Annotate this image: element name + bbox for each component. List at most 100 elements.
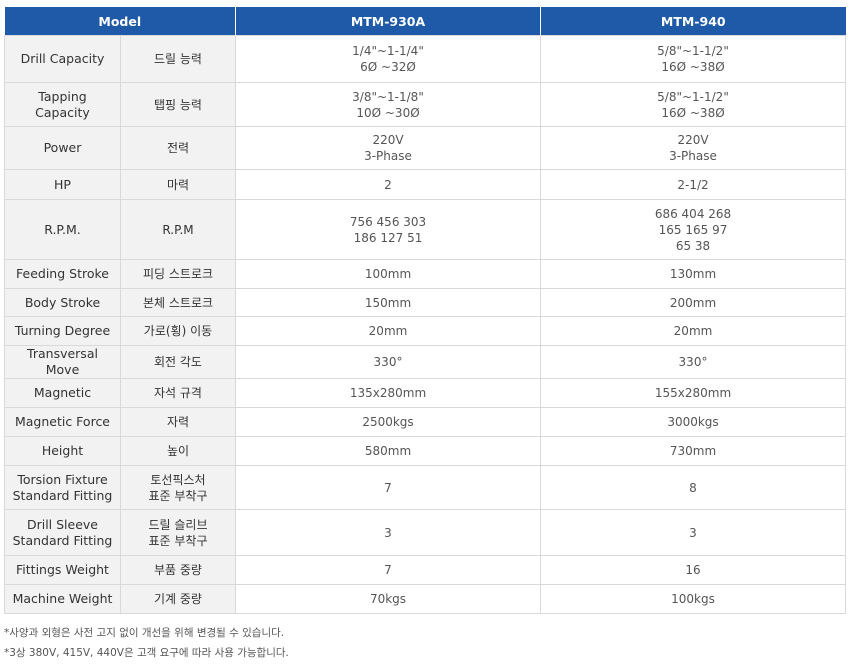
cell-line: 3 (689, 525, 697, 540)
row-value-2: 220V 3-Phase (540, 126, 846, 170)
row-value-2: 2-1/2 (540, 169, 846, 200)
footnote: *3상 380V, 415V, 440V은 고객 요구에 따라 사용 가능합니다… (4, 647, 289, 659)
table-row: HP 마력 2 2-1/2 (4, 169, 846, 200)
spec-table-body: Drill Capacity 드릴 능력 1/4"~1-1/4" 6Ø ~32Ø 5/8… (4, 35, 846, 614)
cell-line: 16 (685, 563, 701, 577)
table-row: Torsion Fixture Standard Fitting 토선픽스처 표준 부… (4, 465, 846, 510)
cell-line: 7 (384, 563, 392, 577)
row-value-2: 130mm (540, 259, 846, 289)
cell-line: Feeding Stroke (16, 266, 109, 281)
cell-line: 150mm (364, 295, 412, 310)
cell-line: 본체 스트로크 (142, 295, 214, 310)
cell-line: Fittings Weight (16, 562, 109, 577)
spec-page: Model MTM-930A MTM-940 Drill Capacity 드릴 … (0, 0, 855, 671)
row-value-1: 135x280mm (235, 378, 541, 408)
cell-line: 3/8"~1-1/8" (352, 89, 424, 104)
cell-line: 686 404 268 (654, 206, 732, 221)
row-label-en: Feeding Stroke (4, 259, 121, 289)
cell-line: 2-1/2 (677, 177, 709, 192)
cell-line: 드릴 슬리브 (148, 517, 208, 532)
cell-line: 표준 부착구 (148, 488, 208, 503)
row-value-2: 5/8"~1-1/2" 16Ø ~38Ø (540, 35, 846, 83)
cell-line: 580mm (364, 444, 412, 458)
footnote: *사양과 외형은 사전 고지 없이 개선을 위해 변경될 수 있습니다. (4, 627, 285, 639)
cell-line: 165 165 97 (658, 222, 728, 237)
cell-line: 자석 규격 (154, 386, 202, 400)
row-value-1: 756 456 303 186 127 51 (235, 199, 541, 260)
cell-line: 가로(횡) 이동 (143, 324, 213, 338)
row-label-ko: 부품 중량 (120, 555, 236, 585)
cell-line: Torsion Fixture (17, 471, 108, 487)
row-value-2: 155x280mm (540, 378, 846, 408)
table-row: Tapping Capacity 탭핑 능력 3/8"~1-1/8" 10Ø ~30Ø 5… (4, 82, 846, 127)
cell-line: 220V (677, 133, 709, 147)
row-label-ko: 회전 각도 (120, 345, 236, 379)
cell-line: 자력 (166, 415, 190, 429)
table-row: Drill Capacity 드릴 능력 1/4"~1-1/4" 6Ø ~32Ø 5/8… (4, 35, 846, 83)
cell-line: 20mm (673, 324, 713, 338)
row-value-1: 220V 3-Phase (235, 126, 541, 170)
cell-line: Standard Fitting (12, 487, 113, 503)
cell-line: 회전 각도 (154, 355, 202, 369)
row-label-ko: 피딩 스트로크 (120, 259, 236, 289)
cell-line: 16Ø ~38Ø (661, 105, 725, 120)
cell-line: 330° (373, 355, 403, 369)
row-value-1: 580mm (235, 436, 541, 466)
row-value-1: 3 (235, 509, 541, 556)
cell-line: 표준 부착구 (148, 533, 208, 548)
row-value-1: 150mm (235, 288, 541, 317)
cell-line: 100mm (364, 267, 412, 281)
cell-line: 1/4"~1-1/4" (352, 44, 424, 58)
footnotes: *사양과 외형은 사전 고지 없이 개선을 위해 변경될 수 있습니다. *3상… (4, 623, 289, 663)
cell-line: Height (41, 443, 84, 458)
cell-line: 65 38 (675, 238, 711, 253)
row-label-en: Machine Weight (4, 584, 121, 614)
row-value-2: 5/8"~1-1/2" 16Ø ~38Ø (540, 82, 846, 127)
cell-line: Magnetic (33, 385, 92, 400)
cell-line: 5/8"~1-1/2" (657, 44, 729, 58)
table-row: Transversal Move 회전 각도 330° 330° (4, 345, 846, 379)
row-label-en: R.P.M. (4, 199, 121, 260)
table-header-row: Model MTM-930A MTM-940 (4, 7, 846, 36)
cell-line: 100kgs (671, 592, 715, 606)
row-value-2: 730mm (540, 436, 846, 466)
row-value-1: 3/8"~1-1/8" 10Ø ~30Ø (235, 82, 541, 127)
cell-line: Machine Weight (12, 591, 113, 606)
table-row: Turning Degree 가로(횡) 이동 20mm 20mm (4, 316, 846, 346)
row-label-ko: 마력 (120, 169, 236, 200)
row-value-2: 330° (540, 345, 846, 379)
row-label-ko: 드릴 슬리브 표준 부착구 (120, 509, 236, 556)
table-row: Body Stroke 본체 스트로크 150mm 200mm (4, 288, 846, 317)
cell-line: Body Stroke (24, 294, 101, 310)
cell-line: 6Ø ~32Ø (360, 60, 416, 74)
cell-line: 20mm (368, 324, 408, 338)
cell-line: 탭핑 능력 (154, 97, 202, 112)
row-label-ko: 탭핑 능력 (120, 82, 236, 127)
row-value-2: 3 (540, 509, 846, 556)
cell-line: R.P.M. (44, 221, 81, 237)
row-value-2: 20mm (540, 316, 846, 346)
cell-line: 3 (384, 525, 392, 540)
row-label-ko: 기계 중량 (120, 584, 236, 614)
row-value-1: 2 (235, 169, 541, 200)
row-value-1: 1/4"~1-1/4" 6Ø ~32Ø (235, 35, 541, 83)
row-value-1: 20mm (235, 316, 541, 346)
row-value-1: 330° (235, 345, 541, 379)
cell-line: 드릴 능력 (154, 52, 202, 66)
cell-line: Drill Sleeve (26, 516, 99, 532)
cell-line: 2 (384, 177, 392, 192)
row-label-en: Height (4, 436, 121, 466)
row-value-2: 686 404 268 165 165 97 65 38 (540, 199, 846, 260)
cell-line: 130mm (669, 267, 717, 281)
row-label-en: Fittings Weight (4, 555, 121, 585)
table-row: Machine Weight 기계 중량 70kgs 100kgs (4, 584, 846, 614)
row-label-en: Body Stroke (4, 288, 121, 317)
row-value-1: 7 (235, 465, 541, 510)
row-value-1: 7 (235, 555, 541, 585)
row-label-en: Power (4, 126, 121, 170)
cell-line: 756 456 303 (349, 214, 427, 229)
cell-line: 높이 (166, 444, 190, 458)
row-label-en: Transversal Move (4, 345, 121, 379)
cell-line: Magnetic Force (14, 414, 111, 429)
row-label-en: Turning Degree (4, 316, 121, 346)
